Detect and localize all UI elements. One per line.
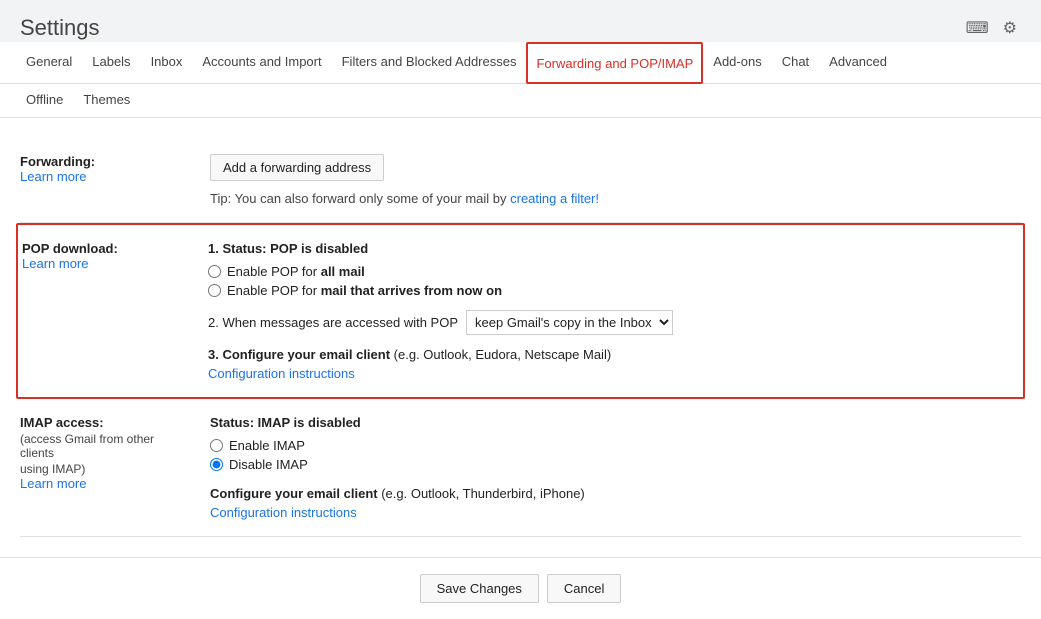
keyboard-icon[interactable]: ⌨ xyxy=(962,14,993,42)
page-wrapper: Settings ⌨ ⚙ General Labels Inbox Accoun… xyxy=(0,0,1041,619)
imap-radio-disable-label[interactable]: Disable IMAP xyxy=(229,457,308,472)
imap-radio-enable-input[interactable] xyxy=(210,439,223,452)
creating-filter-link[interactable]: creating a filter! xyxy=(510,191,599,206)
tab-accounts-import[interactable]: Accounts and Import xyxy=(192,42,331,84)
pop-action-dropdown[interactable]: keep Gmail's copy in the Inbox archive G… xyxy=(466,310,673,335)
tab-filters[interactable]: Filters and Blocked Addresses xyxy=(332,42,527,84)
pop-step3-label: 3. Configure your email client xyxy=(208,347,390,362)
save-changes-button[interactable]: Save Changes xyxy=(420,574,539,603)
header-icons: ⌨ ⚙ xyxy=(962,14,1021,42)
imap-configure-note: (e.g. Outlook, Thunderbird, iPhone) xyxy=(381,486,585,501)
pop-step3-note: (e.g. Outlook, Eudora, Netscape Mail) xyxy=(394,347,612,362)
imap-configure-label: Configure your email client xyxy=(210,486,378,501)
imap-content: Status: IMAP is disabled Enable IMAP Dis… xyxy=(210,415,1021,520)
pop-radio-all-mail: Enable POP for all mail xyxy=(208,264,1019,279)
settings-content: Forwarding: Learn more Add a forwarding … xyxy=(0,118,1041,557)
pop-label-col: POP download: Learn more xyxy=(18,241,208,381)
imap-config-instructions-link[interactable]: Configuration instructions xyxy=(210,505,357,520)
settings-gear-icon[interactable]: ⚙ xyxy=(999,14,1021,42)
imap-radio-disable-input[interactable] xyxy=(210,458,223,471)
tab-themes[interactable]: Themes xyxy=(73,84,140,118)
pop-config-instructions-link[interactable]: Configuration instructions xyxy=(208,366,355,381)
tab-inbox[interactable]: Inbox xyxy=(141,42,193,84)
footer-bar: Save Changes Cancel xyxy=(0,557,1041,619)
tab-advanced[interactable]: Advanced xyxy=(819,42,897,84)
imap-status: Status: IMAP is disabled xyxy=(210,415,1021,430)
header-bar: Settings ⌨ ⚙ xyxy=(0,0,1041,42)
pop-radio-from-now-label[interactable]: Enable POP for mail that arrives from no… xyxy=(227,283,502,298)
forwarding-label-col: Forwarding: Learn more xyxy=(20,154,210,206)
tab-labels[interactable]: Labels xyxy=(82,42,140,84)
imap-note1: (access Gmail from other clients xyxy=(20,432,190,460)
forwarding-tip: Tip: You can also forward only some of y… xyxy=(210,191,1021,206)
pop-status: 1. Status: POP is disabled xyxy=(208,241,1019,256)
pop-download-section: POP download: Learn more 1. Status: POP … xyxy=(16,223,1025,399)
imap-title: IMAP access: xyxy=(20,415,190,430)
pop-radio-all-mail-label[interactable]: Enable POP for all mail xyxy=(227,264,365,279)
pop-radio-from-now-input[interactable] xyxy=(208,284,221,297)
nav-tabs-row2: Offline Themes xyxy=(0,84,1041,118)
nav-tabs-row1: General Labels Inbox Accounts and Import… xyxy=(0,42,1041,84)
tab-forwarding-pop-imap[interactable]: Forwarding and POP/IMAP xyxy=(526,42,703,84)
forwarding-learn-more[interactable]: Learn more xyxy=(20,169,86,184)
pop-title: POP download: xyxy=(22,241,188,256)
pop-radio-from-now: Enable POP for mail that arrives from no… xyxy=(208,283,1019,298)
settings-container: General Labels Inbox Accounts and Import… xyxy=(0,42,1041,619)
imap-radio-disable: Disable IMAP xyxy=(210,457,1021,472)
forwarding-content: Add a forwarding address Tip: You can al… xyxy=(210,154,1021,206)
pop-learn-more[interactable]: Learn more xyxy=(22,256,88,271)
imap-note2: using IMAP) xyxy=(20,462,190,476)
tip-text-prefix: Tip: You can also forward only some of y… xyxy=(210,191,507,206)
imap-label-col: IMAP access: (access Gmail from other cl… xyxy=(20,415,210,520)
pop-radio-all-mail-input[interactable] xyxy=(208,265,221,278)
cancel-button[interactable]: Cancel xyxy=(547,574,621,603)
imap-configure-row: Configure your email client (e.g. Outloo… xyxy=(210,486,1021,501)
imap-section: IMAP access: (access Gmail from other cl… xyxy=(20,399,1021,537)
tab-chat[interactable]: Chat xyxy=(772,42,819,84)
add-forwarding-address-button[interactable]: Add a forwarding address xyxy=(210,154,384,181)
pop-step3-row: 3. Configure your email client (e.g. Out… xyxy=(208,347,1019,362)
imap-radio-enable: Enable IMAP xyxy=(210,438,1021,453)
forwarding-title: Forwarding: xyxy=(20,154,190,169)
pop-content: 1. Status: POP is disabled Enable POP fo… xyxy=(208,241,1023,381)
pop-step2-label: 2. When messages are accessed with POP xyxy=(208,315,458,330)
imap-learn-more[interactable]: Learn more xyxy=(20,476,86,491)
forwarding-section: Forwarding: Learn more Add a forwarding … xyxy=(20,138,1021,223)
tab-addons[interactable]: Add-ons xyxy=(703,42,771,84)
imap-radio-enable-label[interactable]: Enable IMAP xyxy=(229,438,305,453)
pop-step2-row: 2. When messages are accessed with POP k… xyxy=(208,310,1019,335)
page-title: Settings xyxy=(20,15,100,41)
tab-offline[interactable]: Offline xyxy=(16,84,73,118)
tab-general[interactable]: General xyxy=(16,42,82,84)
